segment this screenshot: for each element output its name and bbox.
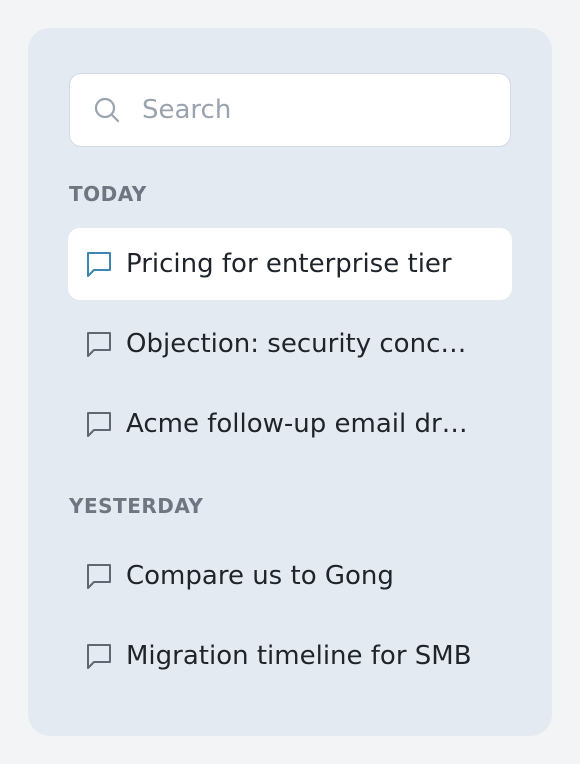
search-box[interactable]	[69, 73, 511, 147]
conversation-title: Pricing for enterprise tier	[126, 249, 452, 279]
chat-bubble-icon	[82, 247, 116, 281]
conversation-title: Objection: security conc…	[126, 329, 467, 359]
conversation-item[interactable]: Compare us to Gong	[68, 540, 512, 612]
section-label-yesterday: YESTERDAY	[69, 494, 204, 518]
search-icon	[92, 95, 122, 125]
chat-bubble-icon	[82, 407, 116, 441]
search-input[interactable]	[142, 90, 482, 130]
chat-bubble-icon	[82, 559, 116, 593]
chat-bubble-icon	[82, 639, 116, 673]
conversation-item[interactable]: Acme follow-up email dr…	[68, 388, 512, 460]
conversation-item[interactable]: Migration timeline for SMB	[68, 620, 512, 692]
conversation-title: Compare us to Gong	[126, 561, 394, 591]
chat-bubble-icon	[82, 327, 116, 361]
conversation-item[interactable]: Objection: security conc…	[68, 308, 512, 380]
conversation-item[interactable]: Pricing for enterprise tier	[68, 228, 512, 300]
conversation-title: Acme follow-up email dr…	[126, 409, 468, 439]
conversation-title: Migration timeline for SMB	[126, 641, 472, 671]
conversation-sidebar: TODAY Pricing for enterprise tier Object…	[28, 28, 552, 736]
section-label-today: TODAY	[69, 182, 147, 206]
